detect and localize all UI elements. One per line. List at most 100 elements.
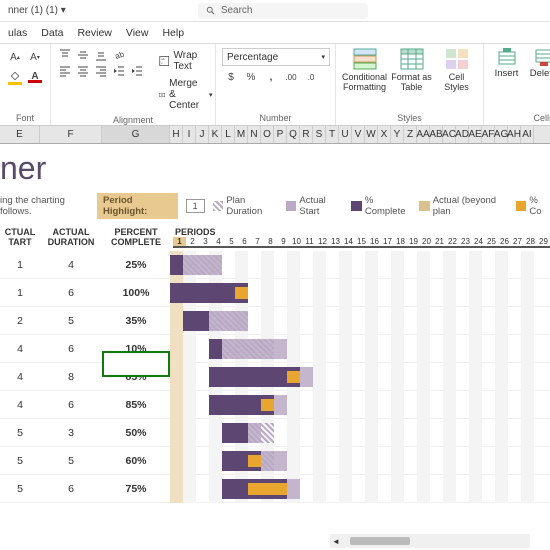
cell-actual-start[interactable]: 4 <box>0 371 40 383</box>
column-header-E[interactable]: E <box>0 126 40 143</box>
cell-actual-duration[interactable]: 6 <box>40 287 102 299</box>
column-header-K[interactable]: K <box>209 126 222 143</box>
format-as-table-button[interactable]: Format as Table <box>391 48 432 111</box>
column-header-W[interactable]: W <box>365 126 378 143</box>
table-row[interactable]: 4 8 85% <box>0 363 550 391</box>
table-row[interactable]: 5 3 50% <box>0 419 550 447</box>
percent-button[interactable]: % <box>242 68 260 86</box>
period-highlight-value[interactable]: 1 <box>186 199 205 213</box>
delete-button[interactable]: Delete <box>527 48 550 111</box>
table-row[interactable]: 5 5 60% <box>0 447 550 475</box>
increase-font-button[interactable]: A▴ <box>6 48 24 66</box>
table-row[interactable]: 4 6 10% <box>0 335 550 363</box>
column-header-L[interactable]: L <box>222 126 235 143</box>
cell-actual-start[interactable]: 2 <box>0 315 40 327</box>
cell-actual-start[interactable]: 1 <box>0 259 40 271</box>
cell-actual-duration[interactable]: 6 <box>40 483 102 495</box>
cell-actual-duration[interactable]: 5 <box>40 455 102 467</box>
worksheet[interactable]: ner ing the charting follows. Period Hig… <box>0 144 550 550</box>
search-box[interactable]: Search <box>198 3 368 19</box>
cell-percent-complete[interactable]: 75% <box>102 483 170 495</box>
column-header-R[interactable]: R <box>300 126 313 143</box>
currency-button[interactable]: $ <box>222 68 240 86</box>
column-header-V[interactable]: V <box>352 126 365 143</box>
column-header-AA[interactable]: AA <box>417 126 430 143</box>
column-header-I[interactable]: I <box>183 126 196 143</box>
column-header-AG[interactable]: AG <box>495 126 508 143</box>
table-row[interactable]: 5 6 75% <box>0 475 550 503</box>
cell-percent-complete[interactable]: 100% <box>102 287 170 299</box>
merge-center-button[interactable]: Merge & Center ▾ <box>155 76 217 113</box>
cell-styles-button[interactable]: Cell Styles <box>436 48 477 111</box>
align-bottom-button[interactable] <box>93 48 109 62</box>
table-row[interactable]: 2 5 35% <box>0 307 550 335</box>
cell-actual-duration[interactable]: 8 <box>40 371 102 383</box>
conditional-formatting-button[interactable]: Conditional Formatting <box>342 48 387 111</box>
align-right-button[interactable] <box>93 64 109 78</box>
cell-percent-complete[interactable]: 35% <box>102 315 170 327</box>
column-header-H[interactable]: H <box>170 126 183 143</box>
increase-decimal-button[interactable]: .00 <box>282 68 300 86</box>
column-header-AD[interactable]: AD <box>456 126 469 143</box>
table-row[interactable]: 1 4 25% <box>0 251 550 279</box>
column-header-M[interactable]: M <box>235 126 248 143</box>
column-header-Q[interactable]: Q <box>287 126 300 143</box>
align-center-button[interactable] <box>75 64 91 78</box>
column-header-AI[interactable]: AI <box>521 126 534 143</box>
cell-percent-complete[interactable]: 60% <box>102 455 170 467</box>
decrease-indent-button[interactable] <box>111 64 127 78</box>
column-header-AB[interactable]: AB <box>430 126 443 143</box>
font-color-button[interactable]: A <box>26 68 44 86</box>
tab-review[interactable]: Review <box>77 27 111 39</box>
cell-percent-complete[interactable]: 50% <box>102 427 170 439</box>
number-format-select[interactable]: Percentage ▾ <box>222 48 330 66</box>
column-header-U[interactable]: U <box>339 126 352 143</box>
column-header-J[interactable]: J <box>196 126 209 143</box>
horizontal-scrollbar[interactable]: ◄ <box>330 534 530 548</box>
decrease-decimal-button[interactable]: .0 <box>302 68 320 86</box>
cell-actual-start[interactable]: 1 <box>0 287 40 299</box>
orientation-button[interactable]: ab <box>111 48 127 62</box>
cell-actual-start[interactable]: 4 <box>0 399 40 411</box>
increase-indent-button[interactable] <box>129 64 145 78</box>
align-middle-button[interactable] <box>75 48 91 62</box>
cell-actual-start[interactable]: 4 <box>0 343 40 355</box>
tab-view[interactable]: View <box>126 27 149 39</box>
tab-formulas[interactable]: ulas <box>8 27 27 39</box>
column-header-AH[interactable]: AH <box>508 126 521 143</box>
scroll-left-icon[interactable]: ◄ <box>330 537 342 546</box>
column-header-X[interactable]: X <box>378 126 391 143</box>
column-header-O[interactable]: O <box>261 126 274 143</box>
align-top-button[interactable] <box>57 48 73 62</box>
cell-actual-start[interactable]: 5 <box>0 483 40 495</box>
column-header-Y[interactable]: Y <box>391 126 404 143</box>
column-header-G[interactable]: G <box>102 126 170 143</box>
cell-actual-start[interactable]: 5 <box>0 427 40 439</box>
table-row[interactable]: 1 6 100% <box>0 279 550 307</box>
cell-actual-duration[interactable]: 5 <box>40 315 102 327</box>
cell-actual-duration[interactable]: 4 <box>40 259 102 271</box>
tab-help[interactable]: Help <box>162 27 184 39</box>
column-header-N[interactable]: N <box>248 126 261 143</box>
column-header-F[interactable]: F <box>40 126 102 143</box>
comma-button[interactable]: , <box>262 68 280 86</box>
insert-button[interactable]: Insert <box>490 48 523 111</box>
column-header-AC[interactable]: AC <box>443 126 456 143</box>
column-header-AE[interactable]: AE <box>469 126 482 143</box>
column-header-Z[interactable]: Z <box>404 126 417 143</box>
cell-actual-duration[interactable]: 6 <box>40 399 102 411</box>
tab-data[interactable]: Data <box>41 27 63 39</box>
column-header-S[interactable]: S <box>313 126 326 143</box>
scroll-thumb[interactable] <box>350 537 410 545</box>
align-left-button[interactable] <box>57 64 73 78</box>
table-row[interactable]: 4 6 85% <box>0 391 550 419</box>
cell-actual-duration[interactable]: 6 <box>40 343 102 355</box>
cell-actual-duration[interactable]: 3 <box>40 427 102 439</box>
column-header-T[interactable]: T <box>326 126 339 143</box>
wrap-text-button[interactable]: abc Wrap Text <box>155 48 217 74</box>
decrease-font-button[interactable]: A▾ <box>26 48 44 66</box>
cell-percent-complete[interactable]: 25% <box>102 259 170 271</box>
cell-actual-start[interactable]: 5 <box>0 455 40 467</box>
fill-color-button[interactable] <box>6 68 24 86</box>
column-header-P[interactable]: P <box>274 126 287 143</box>
